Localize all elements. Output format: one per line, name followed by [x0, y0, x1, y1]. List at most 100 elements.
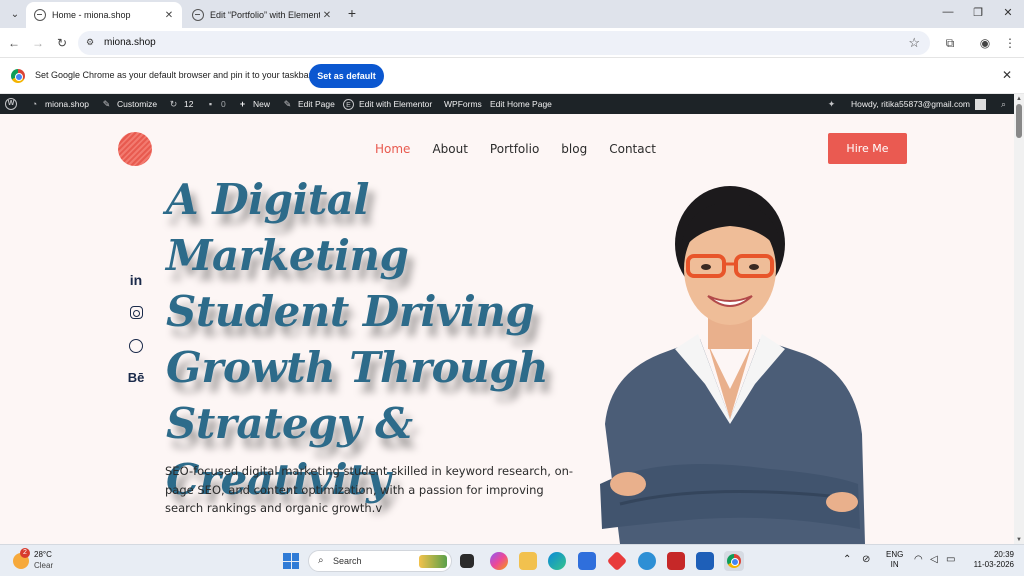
new-tab-button[interactable]: + — [344, 6, 360, 22]
weather-condition: Clear — [34, 561, 54, 570]
profile-icon[interactable]: ◉ — [977, 35, 993, 51]
chrome-taskbar-icon[interactable] — [724, 551, 744, 571]
language-line: IN — [890, 560, 899, 569]
admin-comments-link[interactable]: ▪ 0 — [205, 94, 226, 114]
dribbble-icon[interactable] — [126, 339, 146, 355]
globe-icon — [192, 9, 204, 21]
hero-title-line: Strategy & — [166, 399, 413, 448]
network-off-icon[interactable]: ⊘ — [862, 554, 870, 565]
admin-edit-home-label: Edit Home Page — [490, 99, 552, 109]
nav-contact[interactable]: Contact — [609, 142, 656, 156]
nav-about[interactable]: About — [432, 142, 467, 156]
forward-icon[interactable]: → — [30, 35, 46, 51]
wifi-icon[interactable]: ◠ — [914, 554, 923, 565]
nav-home[interactable]: Home — [375, 142, 410, 156]
scroll-up-icon[interactable]: ▲ — [1016, 96, 1022, 102]
copilot-icon[interactable] — [490, 552, 508, 570]
menu-kebab-icon[interactable]: ⋮ — [1002, 35, 1018, 51]
task-view-icon[interactable] — [460, 554, 474, 568]
admin-edit-page-link[interactable]: ✎ Edit Page — [282, 94, 335, 114]
scroll-down-icon[interactable]: ▼ — [1016, 537, 1022, 543]
weather-temperature: 28°C — [34, 550, 52, 559]
windows-taskbar: 2 28°C Clear ⌕ Search ⌃ ⊘ ENG IN ◠ ◁ ▭ 2… — [0, 544, 1024, 576]
admin-edit-page-label: Edit Page — [298, 99, 335, 109]
close-icon[interactable]: ✕ — [320, 8, 334, 22]
admin-comments-count: 0 — [221, 99, 226, 109]
tab-elementor[interactable]: Edit “Portfolio” with Elementor ✕ — [184, 2, 340, 28]
admin-updates-count: 12 — [184, 99, 194, 109]
search-highlight-image — [419, 555, 447, 568]
behance-icon[interactable]: Bē — [126, 370, 146, 386]
nav-portfolio[interactable]: Portfolio — [490, 142, 539, 156]
wordpress-logo-icon[interactable]: W — [5, 94, 17, 114]
office-icon[interactable] — [606, 550, 628, 572]
tab-search-icon[interactable]: ⌄ — [6, 5, 24, 23]
avatar — [975, 98, 987, 110]
restore-icon[interactable]: ❐ — [970, 6, 986, 22]
address-bar[interactable]: ⚙ miona.shop ☆ — [78, 31, 930, 55]
admin-updates-link[interactable]: ↻ 12 — [168, 94, 194, 114]
scrollbar-thumb[interactable] — [1016, 104, 1022, 138]
admin-customize-label: Customize — [117, 99, 158, 109]
default-browser-infobar: Set Google Chrome as your default browse… — [0, 58, 1024, 94]
admin-howdy-label: Howdy, ritika55873@gmail.com — [851, 99, 971, 109]
admin-customize-link[interactable]: ✎ Customize — [101, 94, 157, 114]
mcafee-icon[interactable] — [667, 552, 685, 570]
updates-icon: ↻ — [169, 98, 178, 109]
taskbar-search-input[interactable]: ⌕ Search — [308, 550, 452, 572]
reload-icon[interactable]: ↻ — [54, 35, 70, 51]
hero-title-line: Growth Through — [166, 343, 549, 392]
close-icon[interactable]: ✕ — [1000, 68, 1014, 82]
pencil-icon: ✎ — [283, 98, 292, 109]
admin-site-link[interactable]: ◔ miona.shop — [29, 94, 89, 114]
admin-account-link[interactable]: Howdy, ritika55873@gmail.com — [851, 94, 987, 114]
close-icon[interactable]: ✕ — [162, 8, 176, 22]
outlook-icon[interactable] — [696, 552, 714, 570]
bookmark-star-icon[interactable]: ☆ — [908, 35, 920, 51]
infobar-text: Set Google Chrome as your default browse… — [35, 70, 312, 80]
ai-sparkle-icon[interactable]: ✦ — [826, 94, 837, 114]
brush-icon: ✎ — [102, 98, 111, 109]
volume-icon[interactable]: ◁ — [930, 554, 938, 565]
instagram-icon[interactable] — [126, 306, 146, 322]
ie-icon[interactable] — [638, 552, 656, 570]
system-clock[interactable]: 20:39 11-03-2026 — [970, 550, 1014, 570]
chrome-logo-icon — [727, 554, 741, 568]
comment-icon: ▪ — [208, 98, 213, 109]
store-icon[interactable] — [578, 552, 596, 570]
admin-wpforms-label: WPForms — [444, 99, 482, 109]
admin-elementor-label: Edit with Elementor — [359, 99, 433, 109]
chevron-up-icon[interactable]: ⌃ — [843, 554, 851, 565]
notification-badge: 2 — [20, 548, 30, 558]
linkedin-icon[interactable]: in — [126, 272, 146, 288]
chrome-logo-icon — [11, 69, 25, 83]
windows-start-icon[interactable] — [283, 553, 299, 569]
hire-me-button[interactable]: Hire Me — [828, 133, 907, 164]
battery-icon[interactable]: ▭ — [946, 554, 955, 565]
hero-title-line: Student Driving — [166, 287, 535, 336]
extensions-icon[interactable]: ⧉ — [942, 35, 958, 51]
back-icon[interactable]: ← — [6, 35, 22, 51]
minimize-icon[interactable]: — — [940, 6, 956, 22]
admin-edit-home-link[interactable]: Edit Home Page — [490, 94, 552, 114]
search-icon: ⌕ — [318, 555, 324, 566]
admin-wpforms-link[interactable]: WPForms — [444, 94, 482, 114]
plus-icon: + — [239, 98, 246, 109]
edge-icon[interactable] — [548, 552, 566, 570]
site-info-icon[interactable]: ⚙ — [86, 37, 98, 49]
set-default-button[interactable]: Set as default — [309, 64, 384, 88]
admin-new-link[interactable]: + New — [237, 94, 270, 114]
main-nav: Home About Portfolio blog Contact — [375, 142, 656, 156]
admin-elementor-link[interactable]: E Edit with Elementor — [343, 94, 432, 114]
language-indicator[interactable]: ENG IN — [886, 550, 903, 570]
tab-strip: ⌄ Home - miona.shop ✕ Edit “Portfolio” w… — [0, 0, 1024, 28]
file-explorer-icon[interactable] — [519, 552, 537, 570]
admin-search-icon[interactable]: ⌕ — [998, 94, 1009, 114]
clock-date: 11-03-2026 — [973, 560, 1014, 569]
page-scrollbar[interactable]: ▲ ▼ — [1014, 94, 1024, 544]
nav-blog[interactable]: blog — [561, 142, 587, 156]
window-close-icon[interactable]: ✕ — [1000, 6, 1016, 22]
site-logo[interactable] — [118, 132, 152, 166]
admin-new-label: New — [253, 99, 271, 109]
tab-home[interactable]: Home - miona.shop ✕ — [26, 2, 182, 28]
